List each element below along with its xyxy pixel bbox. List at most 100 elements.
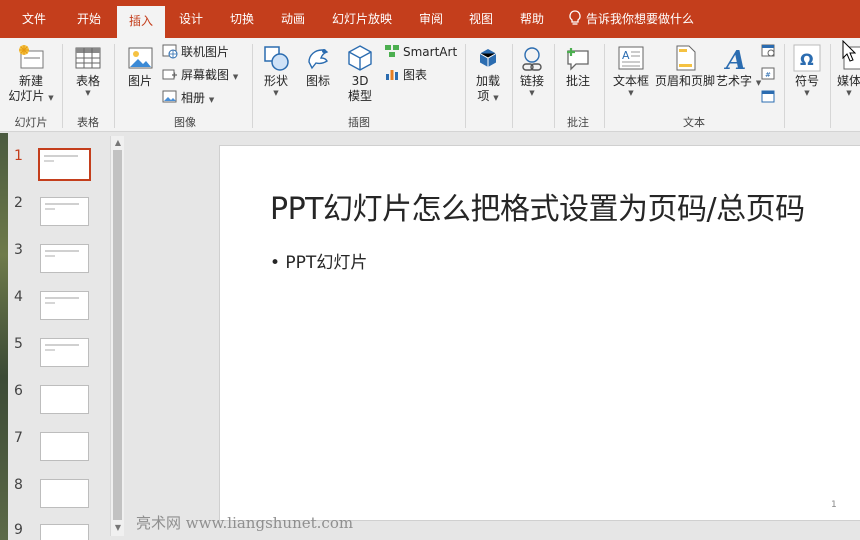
slide-thumbnail[interactable] <box>40 479 89 508</box>
group-separator <box>604 44 605 128</box>
icons-button[interactable]: 图标 <box>298 42 338 89</box>
scroll-up-icon[interactable]: ▲ <box>113 138 123 148</box>
tab-home[interactable]: 开始 <box>64 0 114 38</box>
scrollbar-thumb[interactable] <box>113 150 122 520</box>
comment-button[interactable]: 批注 <box>558 42 598 89</box>
scroll-down-icon[interactable]: ▼ <box>113 523 123 533</box>
chart-button[interactable]: 图表 <box>384 65 427 85</box>
thumbnail-title-line <box>45 297 79 299</box>
mouse-cursor-icon <box>842 39 857 65</box>
group-label-text: 文本 <box>683 116 705 129</box>
tell-me-search[interactable]: 告诉我你想要做什么 <box>568 0 694 38</box>
symbols-button[interactable]: Ω 符号 ▼ <box>788 42 826 98</box>
tab-slideshow[interactable]: 幻灯片放映 <box>322 0 402 38</box>
tab-file[interactable]: 文件 <box>8 0 60 38</box>
media-label: 媒体 <box>836 74 860 88</box>
slide-thumbnail[interactable] <box>40 291 89 320</box>
group-separator <box>62 44 63 128</box>
date-time-icon[interactable] <box>760 42 776 61</box>
photo-album-button[interactable]: 相册 ▼ <box>162 88 214 108</box>
photo-album-icon <box>162 90 181 105</box>
icons-label: 图标 <box>305 74 330 88</box>
photo-album-label: 相册 <box>181 91 206 105</box>
chart-icon <box>384 68 403 82</box>
table-icon <box>72 42 104 74</box>
tab-insert[interactable]: 插入 <box>117 6 165 38</box>
group-separator <box>784 44 785 128</box>
slide-thumbnail-number: 8 <box>14 477 23 493</box>
group-label-slides: 幻灯片 <box>14 116 48 129</box>
new-slide-button[interactable]: 新建 幻灯片 ▼ <box>4 42 58 104</box>
tab-transitions[interactable]: 切换 <box>218 0 266 38</box>
picture-icon <box>124 42 156 74</box>
current-slide[interactable]: PPT幻灯片怎么把格式设置为页码/总页码 • PPT幻灯片 1 <box>219 145 860 521</box>
addins-button[interactable]: 加载 项 ▼ <box>468 42 508 104</box>
symbols-dropdown-caret: ▼ <box>804 89 810 97</box>
site-watermark: 亮术网 www.liangshunet.com <box>136 514 354 532</box>
shapes-icon <box>260 42 292 74</box>
group-label-comments: 批注 <box>567 116 589 129</box>
tab-design[interactable]: 设计 <box>168 0 214 38</box>
group-separator <box>830 44 831 128</box>
omega-icon: Ω <box>791 42 823 74</box>
online-picture-button[interactable]: 联机图片 <box>162 42 229 62</box>
slide-thumbnail[interactable] <box>40 432 89 461</box>
svg-text:Ω: Ω <box>800 50 814 69</box>
group-label-tables: 表格 <box>77 116 99 129</box>
slide-thumbnail[interactable] <box>40 385 89 414</box>
thumbnail-bullet-line <box>45 302 55 304</box>
textbox-dropdown-caret: ▼ <box>628 89 634 97</box>
comment-icon <box>562 42 594 74</box>
svg-text:#: # <box>765 71 771 79</box>
slide-bullet-text[interactable]: • PPT幻灯片 <box>270 248 367 273</box>
tab-view[interactable]: 视图 <box>458 0 504 38</box>
wordart-icon: A <box>720 42 752 76</box>
thumbnail-title-line <box>45 344 79 346</box>
link-button[interactable]: 链接 ▼ <box>514 42 550 98</box>
picture-button[interactable]: 图片 <box>120 42 160 89</box>
ribbon-tab-bar: 文件 开始 插入 设计 切换 动画 幻灯片放映 审阅 视图 帮助 告诉我你想要做… <box>0 0 860 38</box>
3d-models-button[interactable]: 3D 模型 <box>340 42 380 104</box>
textbox-button[interactable]: A 文本框 ▼ <box>608 42 654 98</box>
media-dropdown-caret: ▼ <box>846 89 852 97</box>
new-slide-icon <box>15 42 47 74</box>
group-separator <box>554 44 555 128</box>
slide-thumbnail[interactable] <box>40 244 89 273</box>
tell-me-text: 告诉我你想要做什么 <box>586 12 695 26</box>
group-label-images: 图像 <box>174 116 196 129</box>
slide-thumbnail-number: 2 <box>14 195 23 211</box>
table-button[interactable]: 表格 ▼ <box>66 42 110 98</box>
svg-text:A: A <box>723 46 746 74</box>
thumbnail-scrollbar[interactable]: ▲ ▼ <box>110 136 124 536</box>
slide-thumbnail[interactable] <box>40 197 89 226</box>
new-slide-label-2: 幻灯片 ▼ <box>8 89 54 103</box>
slide-thumbnail[interactable] <box>40 338 89 367</box>
slide-title[interactable]: PPT幻灯片怎么把格式设置为页码/总页码 <box>270 184 805 228</box>
online-picture-label: 联机图片 <box>181 45 230 59</box>
3d-models-label-1: 3D <box>351 74 369 88</box>
thumbnail-bullet-line <box>45 208 55 210</box>
slide-thumbnail[interactable] <box>40 524 89 540</box>
object-icon[interactable] <box>760 88 776 107</box>
slide-page-number: 1 <box>831 500 837 510</box>
header-footer-button[interactable]: 页眉和页脚 <box>654 42 716 89</box>
header-footer-icon <box>669 42 701 74</box>
addins-label-2: 项 ▼ <box>477 89 499 103</box>
tab-animations[interactable]: 动画 <box>270 0 316 38</box>
symbols-label: 符号 <box>794 74 819 88</box>
smartart-icon <box>384 45 403 59</box>
icons-icon <box>302 42 334 74</box>
slide-thumbnail[interactable] <box>38 148 91 181</box>
tab-help[interactable]: 帮助 <box>508 0 556 38</box>
smartart-button[interactable]: SmartArt <box>384 42 457 62</box>
tab-review[interactable]: 审阅 <box>408 0 454 38</box>
addins-icon <box>472 42 504 74</box>
group-label-illustrations: 插图 <box>348 116 370 129</box>
screenshot-button[interactable]: 屏幕截图 ▼ <box>162 65 238 85</box>
comment-label: 批注 <box>565 74 590 88</box>
slide-number-icon[interactable]: # <box>760 65 776 84</box>
ribbon: 新建 幻灯片 ▼ 幻灯片 表格 ▼ 表格 图片 联机图片 屏幕截图 ▼ 相册 ▼… <box>0 38 860 132</box>
wordart-button[interactable]: A 艺术字 ▼ <box>716 42 761 89</box>
textbox-label: 文本框 <box>612 74 649 88</box>
shapes-button[interactable]: 形状 ▼ <box>256 42 296 98</box>
